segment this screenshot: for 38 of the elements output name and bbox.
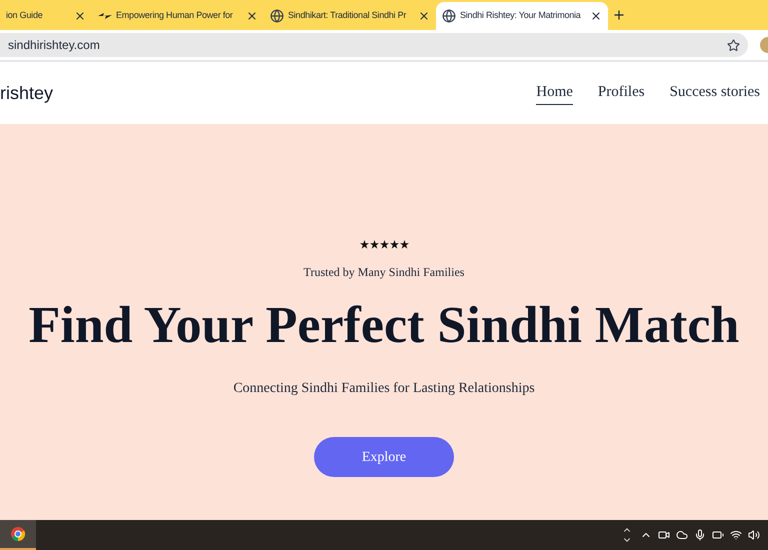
- site-logo[interactable]: rishtey: [0, 80, 54, 106]
- star-icon: [370, 240, 378, 249]
- nav-link[interactable]: Success stories: [670, 80, 760, 106]
- bookmark-star-icon[interactable]: [727, 38, 740, 52]
- address-bar[interactable]: sindhirishtey.com: [0, 33, 748, 57]
- tab-title: ion Guide: [6, 9, 44, 22]
- hero-title: Find Your Perfect Sindhi Match: [28, 296, 740, 356]
- browser-tab[interactable]: ion Guide: [0, 2, 92, 30]
- new-tab-icon[interactable]: [612, 8, 626, 22]
- url-text: sindhirishtey.com: [8, 37, 101, 54]
- tab-title: Sindhi Rishtey: Your Matrimonia: [460, 9, 582, 22]
- tab-title: Empowering Human Power for: [116, 9, 234, 22]
- browser-tab[interactable]: Sindhikart: Traditional Sindhi Pr: [264, 2, 436, 30]
- close-icon[interactable]: [74, 10, 86, 22]
- nav-link[interactable]: Profiles: [598, 80, 645, 106]
- browser-tab[interactable]: Sindhi Rishtey: Your Matrimonia: [436, 2, 608, 30]
- chrome-taskbar-icon[interactable]: [0, 520, 36, 550]
- close-icon[interactable]: [590, 10, 602, 22]
- star-icon: [400, 240, 408, 249]
- star-icon: [360, 240, 368, 249]
- microphone-icon[interactable]: [694, 529, 706, 541]
- tagline: Trusted by Many Sindhi Families: [304, 264, 464, 281]
- logo-icon: [98, 11, 112, 21]
- close-icon[interactable]: [418, 10, 430, 22]
- globe-icon: [270, 9, 284, 23]
- cloud-icon[interactable]: [676, 529, 688, 541]
- camera-icon[interactable]: [658, 529, 670, 541]
- hero-subtitle: Connecting Sindhi Families for Lasting Relationships: [233, 380, 535, 398]
- tab-title: Sindhikart: Traditional Sindhi Pr: [288, 9, 408, 22]
- star-icon: [390, 240, 398, 249]
- star-icon: [380, 240, 388, 249]
- nav-link[interactable]: Home: [536, 80, 573, 106]
- close-icon[interactable]: [246, 10, 258, 22]
- explore-button[interactable]: Explore: [314, 437, 454, 477]
- browser-tab[interactable]: Empowering Human Power for: [92, 2, 264, 30]
- globe-icon: [442, 9, 456, 23]
- battery-icon[interactable]: [712, 529, 724, 541]
- volume-icon[interactable]: [748, 529, 760, 541]
